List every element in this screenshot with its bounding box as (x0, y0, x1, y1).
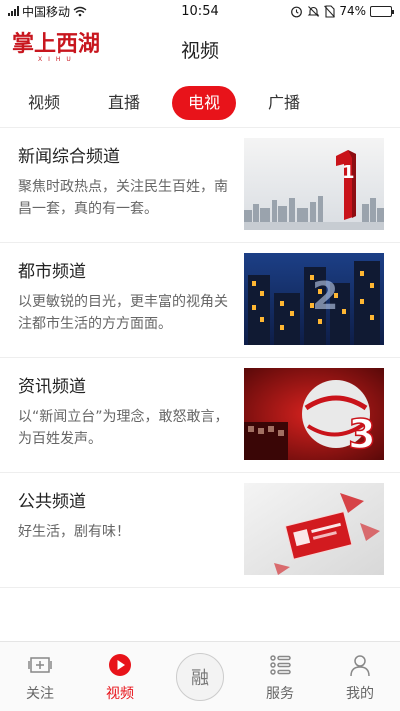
channel-description: 以“新闻立台”为理念，敢怒敢言，为百姓发声。 (18, 409, 229, 447)
nav-label: 我的 (346, 686, 374, 702)
tab-tv[interactable]: 电视 (172, 85, 237, 120)
channel-title: 都市频道 (18, 262, 86, 282)
channel-thumbnail: 2 (244, 253, 384, 345)
nav-video[interactable]: 视频 (80, 642, 160, 711)
tab-video[interactable]: 视频 (12, 86, 76, 120)
channel-description: 好生活，剧有味！ (18, 524, 130, 540)
channel-thumbnail: 3 (244, 368, 384, 460)
bottom-nav: 关注 视频 融 服务 我的 (0, 641, 400, 711)
nav-label: 视频 (106, 686, 134, 702)
channel-item-public[interactable]: 公共频道 好生活，剧有味！ (0, 473, 400, 588)
channel-description: 以更敏锐的目光，更丰富的视角关注都市生活的方方面面。 (18, 294, 228, 332)
channel-description: 聚焦时政热点，关注民生百姓，南昌一套，真的有一套。 (18, 179, 228, 217)
channel-item-info[interactable]: 资讯频道 以“新闻立台”为理念，敢怒敢言，为百姓发声。 3 (0, 358, 400, 473)
nav-label: 关注 (26, 686, 54, 702)
channel-thumbnail: 1 (244, 138, 384, 230)
nav-label: 服务 (266, 686, 294, 702)
channel-type-tabs: 视频 直播 电视 广播 (0, 78, 400, 128)
channel-title: 资讯频道 (18, 377, 86, 397)
play-icon (108, 649, 132, 681)
battery-icon (370, 5, 394, 17)
service-icon (268, 649, 292, 681)
nav-fusion[interactable]: 融 (160, 642, 240, 711)
follow-icon (27, 649, 53, 681)
thumbnail-number: 1 (342, 162, 355, 183)
channel-item-city[interactable]: 都市频道 以更敏锐的目光，更丰富的视角关注都市生活的方方面面。 2 (0, 243, 400, 358)
nav-service[interactable]: 服务 (240, 642, 320, 711)
thumbnail-number: 2 (312, 274, 338, 318)
tab-radio[interactable]: 广播 (252, 86, 316, 120)
tab-live[interactable]: 直播 (92, 86, 156, 120)
channel-title: 新闻综合频道 (18, 147, 120, 167)
channel-item-news[interactable]: 新闻综合频道 聚焦时政热点，关注民生百姓，南昌一套，真的有一套。 1 (0, 128, 400, 243)
status-bar: 中国移动 10:54 74% (0, 0, 400, 22)
nav-profile[interactable]: 我的 (320, 642, 400, 711)
user-icon (348, 649, 372, 681)
header: 掌上西湖 XIHU 视频 (0, 22, 400, 74)
nav-label: 融 (191, 667, 209, 689)
thumbnail-number: 3 (348, 412, 376, 458)
channel-list: 新闻综合频道 聚焦时政热点，关注民生百姓，南昌一套，真的有一套。 1 都市频道 … (0, 128, 400, 588)
nav-follow[interactable]: 关注 (0, 642, 80, 711)
page-title: 视频 (180, 40, 219, 62)
clock: 10:54 (181, 3, 219, 19)
channel-title: 公共频道 (18, 492, 86, 512)
fusion-icon: 融 (176, 652, 224, 701)
channel-thumbnail (244, 483, 384, 575)
